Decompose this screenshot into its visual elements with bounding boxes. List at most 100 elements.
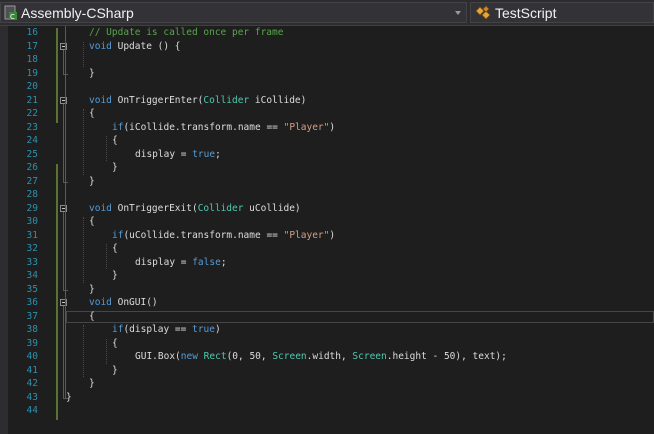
code-token: }: [89, 67, 95, 79]
code-token: }: [112, 162, 118, 173]
class-dropdown[interactable]: TestScript: [470, 2, 654, 23]
code-text: display = true;: [135, 148, 221, 162]
outline-line: [65, 26, 66, 399]
code-text: }: [112, 161, 118, 175]
code-token: GUI.Box(: [135, 351, 181, 362]
code-line[interactable]: 33 display = false;: [8, 256, 654, 270]
line-number: 18: [26, 54, 38, 65]
code-line[interactable]: 20: [8, 80, 654, 94]
code-token: "Player": [283, 121, 330, 133]
code-line[interactable]: 24 {: [8, 134, 654, 148]
line-number: 37: [26, 310, 38, 322]
svg-text:C: C: [10, 13, 15, 21]
code-token: OnGUI(): [111, 297, 158, 308]
line-number: 30: [26, 216, 38, 227]
code-editor[interactable]: 16 // Update is called once per frame 17 vo…: [8, 26, 654, 434]
indent-guide: [83, 217, 84, 283]
code-token: Screen: [352, 351, 387, 362]
line-number: 41: [26, 364, 38, 376]
project-dropdown[interactable]: C Assembly-CSharp: [0, 2, 467, 23]
code-line[interactable]: 44: [8, 404, 654, 418]
line-number: 33: [26, 256, 38, 268]
indent-guide: [106, 136, 107, 161]
code-line[interactable]: 41}: [8, 364, 654, 378]
code-token: void: [89, 94, 112, 106]
code-line[interactable]: 31 if(uCollide.transform.name == "Player"…: [8, 229, 654, 243]
code-text: void OnTriggerEnter(Collider iCollide): [89, 94, 306, 108]
code-text: if(uCollide.transform.name == "Player"): [112, 229, 335, 243]
code-token: false: [192, 256, 221, 268]
code-token: {: [112, 135, 118, 146]
code-line[interactable]: 22 {: [8, 107, 654, 121]
outline-line: [63, 103, 64, 182]
code-text: {: [89, 310, 95, 324]
code-token: (0, 50,: [226, 351, 273, 362]
code-line[interactable]: 26}: [8, 161, 654, 175]
code-line[interactable]: 21 void OnTriggerEnter(Collider iCollide): [8, 94, 654, 108]
code-token: }: [89, 175, 95, 187]
code-text: if(display == true): [112, 323, 221, 337]
code-line[interactable]: 35}: [8, 283, 654, 297]
code-line[interactable]: 23 if(iCollide.transform.name == "Player"…: [8, 121, 654, 135]
line-number: 22: [26, 108, 38, 119]
code-line[interactable]: 32 {: [8, 242, 654, 256]
code-line[interactable]: 37 {: [8, 310, 654, 324]
code-token: iCollide): [249, 94, 307, 106]
code-token: {: [112, 337, 118, 349]
code-token: uCollide): [243, 202, 301, 214]
line-number: 31: [26, 229, 38, 241]
code-token: new: [180, 351, 198, 362]
line-number: 27: [26, 175, 38, 187]
code-line[interactable]: 16 // Update is called once per frame: [8, 26, 654, 40]
line-number: 34: [26, 270, 38, 281]
code-line[interactable]: 27}: [8, 175, 654, 189]
code-text: {: [89, 107, 95, 121]
code-text: }: [112, 269, 118, 283]
code-line[interactable]: 18: [8, 53, 654, 67]
code-line[interactable]: 29 void OnTriggerExit(Collider uCollide): [8, 202, 654, 216]
code-token: }: [89, 283, 95, 295]
code-line[interactable]: 43}: [8, 391, 654, 405]
code-line[interactable]: 25 display = true;: [8, 148, 654, 162]
outline-line: [63, 306, 64, 398]
code-text: }: [89, 283, 95, 297]
line-number: 39: [26, 337, 38, 349]
code-token: {: [112, 243, 118, 254]
outline-line: [63, 211, 64, 290]
code-token: {: [89, 310, 95, 322]
code-text: {: [112, 134, 118, 148]
code-line[interactable]: 40 GUI.Box(new Rect(0, 50, Screen.width, …: [8, 350, 654, 364]
code-line[interactable]: 42}: [8, 377, 654, 391]
current-line-highlight: [66, 310, 654, 323]
line-number: 29: [26, 202, 38, 214]
code-token: if: [112, 229, 124, 241]
code-line[interactable]: 17 void Update () {: [8, 40, 654, 54]
code-line[interactable]: 34}: [8, 269, 654, 283]
project-dropdown-label: Assembly-CSharp: [21, 4, 134, 21]
code-token: ;: [220, 256, 227, 268]
indent-guide: [83, 41, 84, 67]
code-token: Collider: [197, 202, 244, 214]
left-margin-strip: [0, 26, 8, 434]
line-number: 24: [26, 135, 38, 146]
code-token: ;: [215, 148, 221, 160]
code-line[interactable]: 28: [8, 188, 654, 202]
code-token: Update () {: [111, 40, 181, 52]
line-number: 23: [26, 121, 38, 133]
outline-line: [63, 49, 64, 74]
code-line[interactable]: 38 if(display == true): [8, 323, 654, 337]
code-line[interactable]: 30 {: [8, 215, 654, 229]
code-token: "Player": [283, 229, 330, 241]
code-token: }: [89, 378, 95, 389]
chevron-down-icon[interactable]: [454, 9, 462, 17]
code-text: }: [89, 175, 95, 189]
code-line[interactable]: 39 {: [8, 337, 654, 351]
code-token: ): [329, 121, 336, 133]
code-token: (uCollide.transform.name ==: [123, 229, 284, 241]
code-line[interactable]: 19}: [8, 67, 654, 81]
line-number: 17: [26, 40, 38, 52]
line-number: 25: [26, 148, 38, 160]
code-token: }: [112, 270, 118, 281]
code-text: void Update () {: [89, 40, 181, 54]
code-line[interactable]: 36 void OnGUI(): [8, 296, 654, 310]
